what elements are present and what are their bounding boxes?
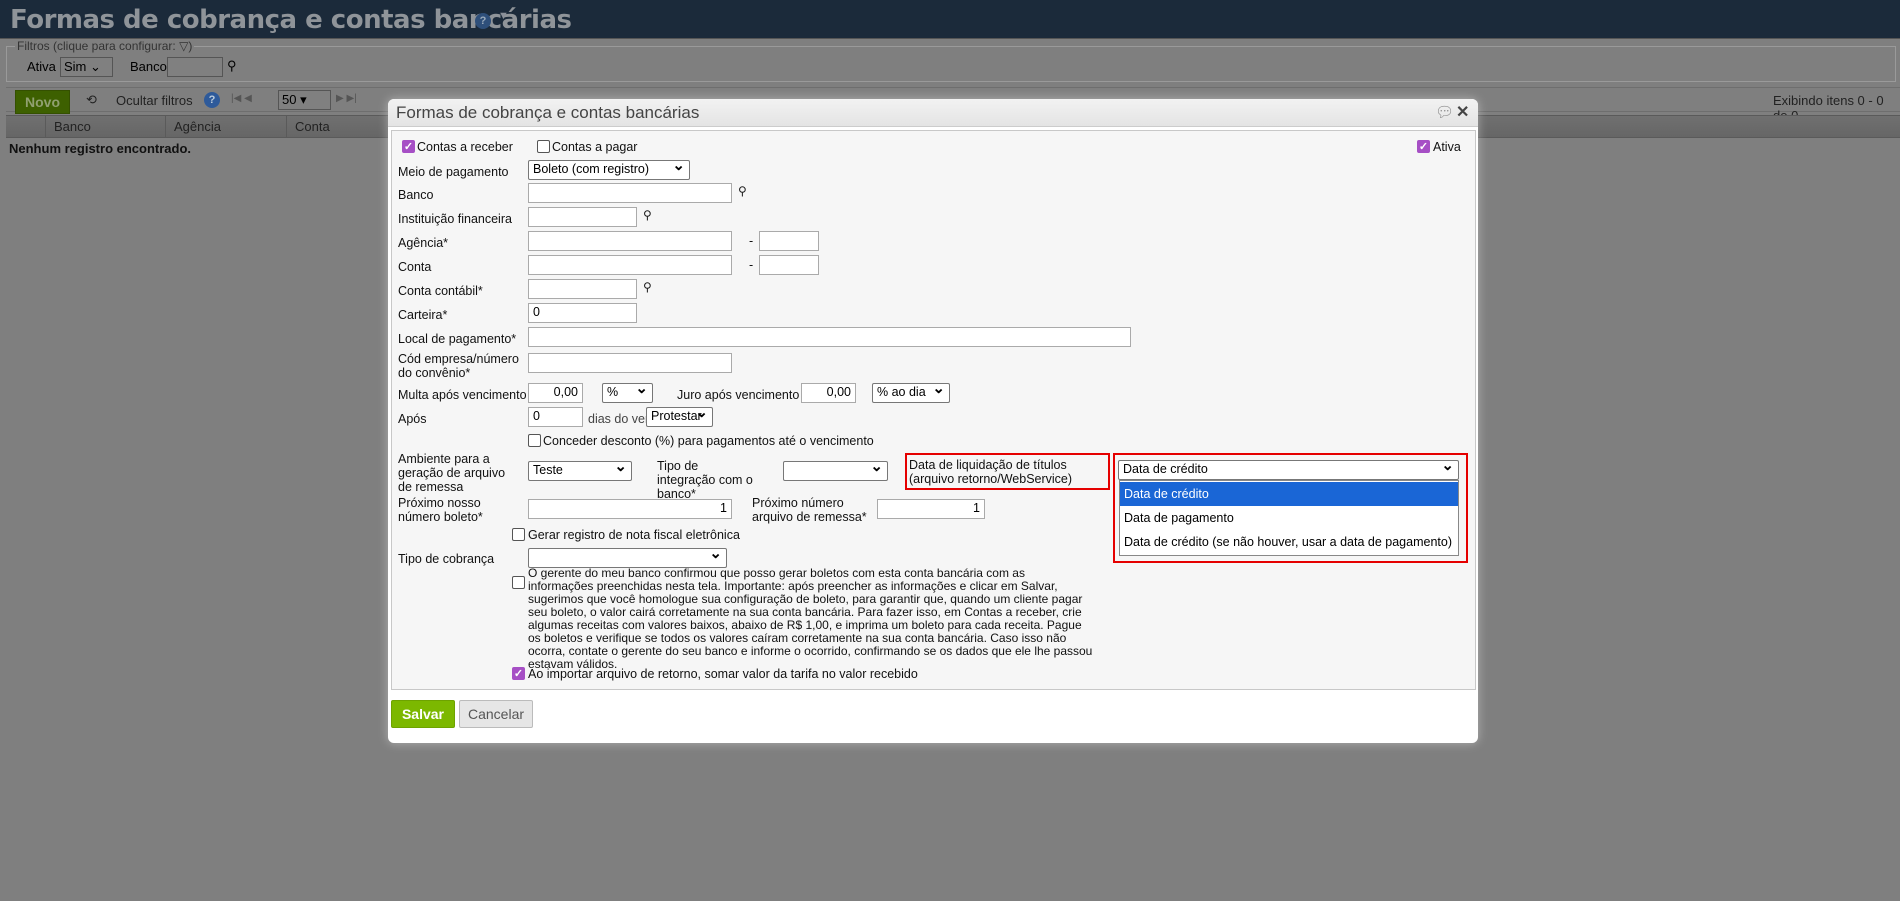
- cod-empresa-input[interactable]: [528, 353, 732, 373]
- pager-next-last-icon[interactable]: ▶ ▶|: [336, 93, 357, 104]
- data-liquidacao-select[interactable]: Data de crédito: [1118, 456, 1459, 480]
- desconto-checkbox[interactable]: [528, 434, 541, 447]
- nfe-label: Gerar registro de nota fiscal eletrônica: [528, 528, 740, 542]
- help-icon[interactable]: ?: [204, 92, 220, 108]
- annotation-highlight-select: Data de crédito Data de crédito Data de …: [1113, 453, 1468, 563]
- column-agencia[interactable]: Agência: [165, 116, 286, 138]
- banco-input[interactable]: [528, 183, 732, 203]
- multa-unit-select[interactable]: %: [602, 379, 653, 403]
- dialog-titlebar: Formas de cobrança e contas bancárias 💬︎…: [388, 99, 1478, 127]
- tarifa-label: Ao importar arquivo de retorno, somar va…: [528, 667, 918, 681]
- carteira-input[interactable]: 0: [528, 303, 637, 323]
- agencia-input[interactable]: [528, 231, 732, 251]
- dash: -: [749, 258, 754, 272]
- apos-label: Após: [398, 412, 427, 426]
- apos-input[interactable]: 0: [528, 407, 583, 427]
- desconto-label: Conceder desconto (%) para pagamentos at…: [543, 434, 874, 448]
- juro-label: Juro após vencimento: [677, 388, 800, 402]
- conta-dv-input[interactable]: [759, 255, 819, 275]
- filter-icon: ▽: [179, 39, 189, 53]
- local-input[interactable]: [528, 327, 1131, 347]
- conta-contabil-input[interactable]: [528, 279, 637, 299]
- proximo-boleto-input[interactable]: 1: [528, 499, 732, 519]
- local-label: Local de pagamento*: [398, 332, 517, 346]
- banco-filter-input[interactable]: [167, 57, 223, 77]
- ativa-checkbox[interactable]: ✓: [1417, 140, 1430, 153]
- tipo-cobranca-label: Tipo de cobrança: [398, 552, 495, 566]
- filters-panel: Filtros (clique para configurar: ▽) Ativ…: [6, 39, 1896, 82]
- conta-label: Conta: [398, 260, 432, 274]
- ativa-label: Ativa: [27, 59, 56, 74]
- contas-receber-label: Contas a receber: [417, 140, 513, 154]
- cod-empresa-label: Cód empresa/número do convênio*: [398, 352, 519, 380]
- dialog: Formas de cobrança e contas bancárias 💬︎…: [388, 99, 1478, 743]
- refresh-icon[interactable]: ⟲: [86, 92, 97, 108]
- page-header: Formas de cobrança e contas bancárias ? …: [0, 0, 1900, 39]
- gerente-checkbox[interactable]: [512, 576, 525, 589]
- search-icon[interactable]: ⚲: [227, 58, 237, 74]
- dropdown-option[interactable]: Data de pagamento: [1120, 506, 1458, 530]
- caret-down-icon[interactable]: ▼: [498, 10, 509, 22]
- ambiente-select[interactable]: Teste: [528, 457, 632, 481]
- agencia-dv-input[interactable]: [759, 231, 819, 251]
- gerente-text: O gerente do meu banco confirmou que pos…: [528, 566, 1093, 671]
- dropdown-option[interactable]: Data de crédito: [1120, 482, 1458, 506]
- protestar-select[interactable]: Protestar: [646, 403, 713, 427]
- tarifa-checkbox[interactable]: ✓: [512, 667, 525, 680]
- search-icon[interactable]: ⚲: [643, 208, 652, 222]
- search-icon[interactable]: ⚲: [738, 184, 747, 198]
- dash: -: [749, 234, 754, 248]
- tipo-integracao-label: Tipo de integração com o banco*: [657, 459, 753, 501]
- help-icon[interactable]: ?: [475, 13, 491, 29]
- proximo-remessa-input[interactable]: 1: [877, 499, 985, 519]
- juro-input[interactable]: 0,00: [801, 383, 856, 403]
- instituicao-label: Instituição financeira: [398, 212, 512, 226]
- comment-icon[interactable]: 💬︎: [1435, 103, 1454, 121]
- contas-pagar-checkbox[interactable]: [537, 140, 550, 153]
- tipo-cobranca-select[interactable]: [528, 544, 727, 568]
- multa-input[interactable]: 0,00: [528, 383, 583, 403]
- filters-legend[interactable]: Filtros (clique para configurar: ▽): [15, 39, 195, 53]
- contas-pagar-label: Contas a pagar: [552, 140, 638, 154]
- salvar-button[interactable]: Salvar: [391, 700, 455, 728]
- search-icon[interactable]: ⚲: [643, 280, 652, 294]
- pager-first-prev-icon[interactable]: |◀ ◀: [231, 93, 252, 104]
- conta-contabil-label: Conta contábil*: [398, 284, 483, 298]
- juro-unit-select[interactable]: % ao dia: [872, 379, 950, 403]
- empty-message: Nenhum registro encontrado.: [9, 141, 192, 156]
- instituicao-input[interactable]: [528, 207, 637, 227]
- cancelar-button[interactable]: Cancelar: [459, 700, 533, 728]
- contas-receber-checkbox[interactable]: ✓: [402, 140, 415, 153]
- multa-label: Multa após vencimento: [398, 388, 527, 402]
- annotation-highlight-label: Data de liquidação de títulos (arquivo r…: [905, 453, 1110, 490]
- proximo-remessa-label: Próximo número arquivo de remessa*: [752, 496, 867, 524]
- form-panel: ✓ Contas a receber Contas a pagar ✓ Ativ…: [391, 130, 1476, 690]
- meio-label: Meio de pagamento: [398, 165, 509, 179]
- ativa-select[interactable]: Sim ⌄: [60, 57, 113, 77]
- data-liquidacao-dropdown: Data de crédito Data de pagamento Data d…: [1119, 480, 1459, 556]
- agencia-label: Agência*: [398, 236, 449, 250]
- ativa-label: Ativa: [1433, 140, 1461, 154]
- carteira-label: Carteira*: [398, 308, 448, 322]
- novo-button[interactable]: Novo: [15, 90, 70, 114]
- nfe-checkbox[interactable]: [512, 528, 525, 541]
- ambiente-label: Ambiente para a geração de arquivo de re…: [398, 452, 506, 494]
- tipo-integracao-select[interactable]: [783, 457, 888, 481]
- close-icon[interactable]: ✕: [1456, 102, 1469, 122]
- meio-select[interactable]: Boleto (com registro): [528, 156, 690, 180]
- proximo-boleto-label: Próximo nosso número boleto*: [398, 496, 483, 524]
- dialog-title: Formas de cobrança e contas bancárias: [396, 103, 700, 122]
- data-liquidacao-label: Data de liquidação de títulos (arquivo r…: [909, 458, 1073, 486]
- page-size-select[interactable]: 50 ▾: [278, 90, 331, 110]
- banco-filter-label: Banco: [130, 59, 167, 74]
- column-banco[interactable]: Banco: [45, 116, 165, 138]
- dropdown-option[interactable]: Data de crédito (se não houver, usar a d…: [1120, 530, 1458, 554]
- banco-label: Banco: [398, 188, 434, 202]
- ocultar-filtros-button[interactable]: Ocultar filtros: [116, 93, 193, 108]
- conta-input[interactable]: [528, 255, 732, 275]
